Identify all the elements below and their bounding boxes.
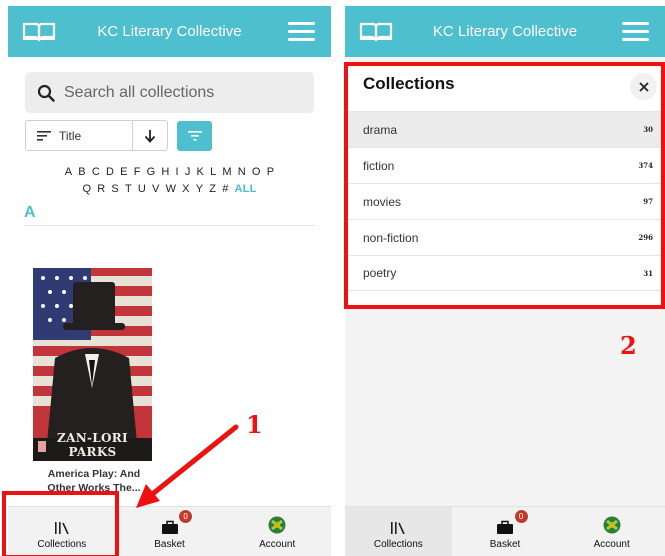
alpha-letter[interactable]: C: [92, 166, 100, 178]
alpha-letter[interactable]: D: [106, 166, 114, 178]
nav-account[interactable]: Account: [558, 507, 665, 556]
section-divider: [24, 225, 315, 226]
nav-basket[interactable]: 0 Basket: [452, 507, 559, 556]
annotation-box-1: [2, 491, 119, 556]
app-title: KC Literary Collective: [432, 23, 578, 40]
alpha-letter[interactable]: E: [120, 166, 128, 178]
hamburger-menu-icon[interactable]: [622, 22, 649, 41]
alpha-letter[interactable]: M: [222, 166, 231, 178]
nav-basket-label: Basket: [154, 539, 185, 550]
arrow-down-icon: [144, 129, 156, 143]
alpha-letter[interactable]: H: [161, 166, 169, 178]
alpha-letter[interactable]: #: [222, 183, 228, 195]
alpha-letter[interactable]: N: [238, 166, 246, 178]
alpha-letter[interactable]: X: [182, 183, 190, 195]
alpha-letter[interactable]: A: [65, 166, 73, 178]
basket-icon: [497, 516, 513, 534]
library-icon: [390, 516, 406, 534]
alpha-letter[interactable]: W: [166, 183, 177, 195]
alpha-letter[interactable]: K: [197, 166, 205, 178]
search-bar[interactable]: [25, 72, 314, 113]
alpha-all-link[interactable]: ALL: [235, 183, 257, 195]
book-title-line-1: America Play: And: [47, 468, 141, 480]
filter-icon: [187, 131, 202, 141]
hamburger-menu-icon[interactable]: [288, 22, 315, 41]
sort-select[interactable]: Title: [25, 120, 168, 151]
annotation-label-1: 1: [246, 410, 263, 439]
bottom-nav: Collections 0 Basket Account: [345, 506, 665, 556]
annotation-label-2: 2: [620, 331, 637, 360]
alpha-letter[interactable]: Y: [196, 183, 204, 195]
nav-account-label: Account: [593, 539, 630, 550]
nav-basket-label: Basket: [489, 539, 521, 550]
nav-basket[interactable]: 0 Basket: [116, 507, 224, 556]
nav-account[interactable]: Account: [223, 507, 331, 556]
cover-author-text: ZAN-LORI PARKS: [57, 431, 128, 459]
nav-collections-label: Collections: [373, 539, 423, 550]
alpha-letter[interactable]: G: [147, 166, 156, 178]
search-icon: [37, 84, 55, 102]
book-cover-image[interactable]: ZAN-LORI PARKS: [33, 268, 152, 461]
alpha-letter[interactable]: O: [252, 166, 261, 178]
basket-icon: [161, 516, 178, 534]
sort-lines-icon: [37, 130, 51, 141]
annotation-box-2: [344, 62, 665, 309]
account-avatar-icon: [603, 516, 621, 534]
alpha-letter[interactable]: Z: [209, 183, 216, 195]
alphabet-row-2: Q R S T U V W X Y Z # ALL: [8, 183, 331, 195]
nav-account-label: Account: [259, 539, 296, 550]
alpha-letter[interactable]: S: [111, 183, 119, 195]
left-screen: KC Literary Collective Title: [8, 6, 331, 556]
alpha-letter[interactable]: B: [78, 166, 86, 178]
alpha-letter[interactable]: I: [176, 166, 179, 178]
search-input[interactable]: [64, 83, 294, 102]
account-avatar-icon: [268, 516, 286, 534]
alpha-letter[interactable]: U: [138, 183, 146, 195]
open-book-logo-icon[interactable]: [22, 20, 56, 42]
basket-badge: 0: [178, 509, 194, 524]
nav-collections[interactable]: Collections: [345, 507, 452, 556]
alpha-letter[interactable]: T: [125, 183, 132, 195]
alpha-letter[interactable]: Q: [82, 183, 91, 195]
filter-button[interactable]: [177, 121, 212, 151]
alphabet-row-1: ABCDEFGHIJKLMNOP: [8, 166, 331, 178]
alpha-letter[interactable]: F: [134, 166, 141, 178]
sort-field-label: Title: [59, 128, 82, 143]
alpha-letter[interactable]: L: [210, 166, 216, 178]
basket-badge: 0: [513, 509, 529, 524]
open-book-logo-icon[interactable]: [359, 20, 393, 42]
alpha-letter[interactable]: J: [185, 166, 191, 178]
alpha-letter[interactable]: R: [97, 183, 105, 195]
app-header: KC Literary Collective: [345, 6, 665, 57]
app-title: KC Literary Collective: [97, 23, 242, 40]
app-header: KC Literary Collective: [8, 6, 331, 57]
sort-direction-button[interactable]: [133, 121, 167, 150]
alpha-letter[interactable]: V: [152, 183, 160, 195]
section-heading-a: A: [24, 204, 36, 221]
alpha-letter[interactable]: P: [267, 166, 275, 178]
